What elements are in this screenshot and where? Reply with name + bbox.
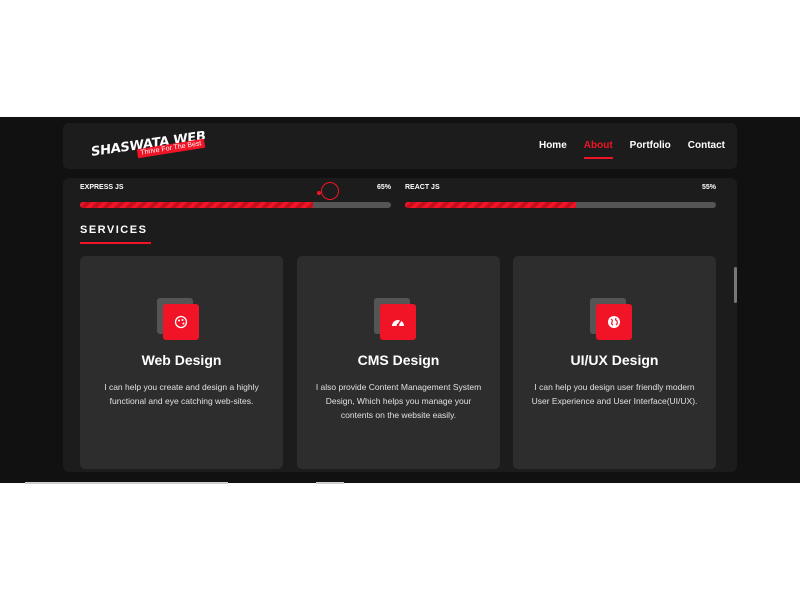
paint-palette-icon — [163, 304, 199, 340]
service-description: I can help you create and design a highl… — [104, 382, 259, 406]
custom-cursor-ring — [321, 182, 339, 200]
window-bottom-strip — [316, 482, 344, 484]
nav-portfolio-link[interactable]: Portfolio — [630, 140, 671, 151]
service-card-cms-design: CMS Design I also provide Content Manage… — [297, 256, 500, 469]
services-heading-underline — [80, 242, 151, 244]
nav-about-link[interactable]: About — [583, 140, 613, 159]
service-card-uiux-design: UI/UX Design I can help you design user … — [513, 256, 716, 469]
service-icon-box — [374, 298, 418, 342]
main-nav: Home About Portfolio Contact — [539, 140, 725, 159]
brand-logo[interactable]: SHASWATA WEB Thrive For The Best — [91, 129, 205, 161]
skill-progress-fill — [80, 202, 314, 208]
page-scrollbar-thumb[interactable] — [734, 267, 737, 303]
service-title: CMS Design — [357, 352, 440, 368]
dashboard-gauge-icon — [380, 304, 416, 340]
about-content: EXPRESS JS 65% REACT JS 55% SERVICES Web… — [63, 178, 737, 472]
services-heading: SERVICES — [80, 224, 148, 236]
custom-cursor-dot — [317, 191, 321, 195]
nav-home-link[interactable]: Home — [539, 140, 567, 151]
browser-viewport: SHASWATA WEB Thrive For The Best Home Ab… — [0, 117, 800, 483]
skill-progress-bar — [405, 202, 716, 208]
service-icon-box — [157, 298, 201, 342]
service-icon-box — [590, 298, 634, 342]
service-card-web-design: Web Design I can help you create and des… — [80, 256, 283, 469]
skill-percent: 65% — [376, 184, 391, 191]
service-title: UI/UX Design — [570, 352, 659, 368]
skill-progress-bar — [80, 202, 391, 208]
skill-progress-fill — [405, 202, 577, 208]
nav-contact-link[interactable]: Contact — [688, 140, 725, 151]
globe-icon — [596, 304, 632, 340]
skill-name: EXPRESS JS — [80, 184, 124, 191]
service-title: Web Design — [141, 352, 222, 368]
service-description: I also provide Content Management System… — [315, 382, 482, 420]
header-navbar: SHASWATA WEB Thrive For The Best Home Ab… — [63, 123, 737, 169]
window-bottom-strip — [25, 482, 228, 484]
skill-name: REACT JS — [405, 184, 440, 191]
skill-percent: 55% — [701, 184, 716, 191]
service-description: I can help you design user friendly mode… — [531, 382, 698, 406]
